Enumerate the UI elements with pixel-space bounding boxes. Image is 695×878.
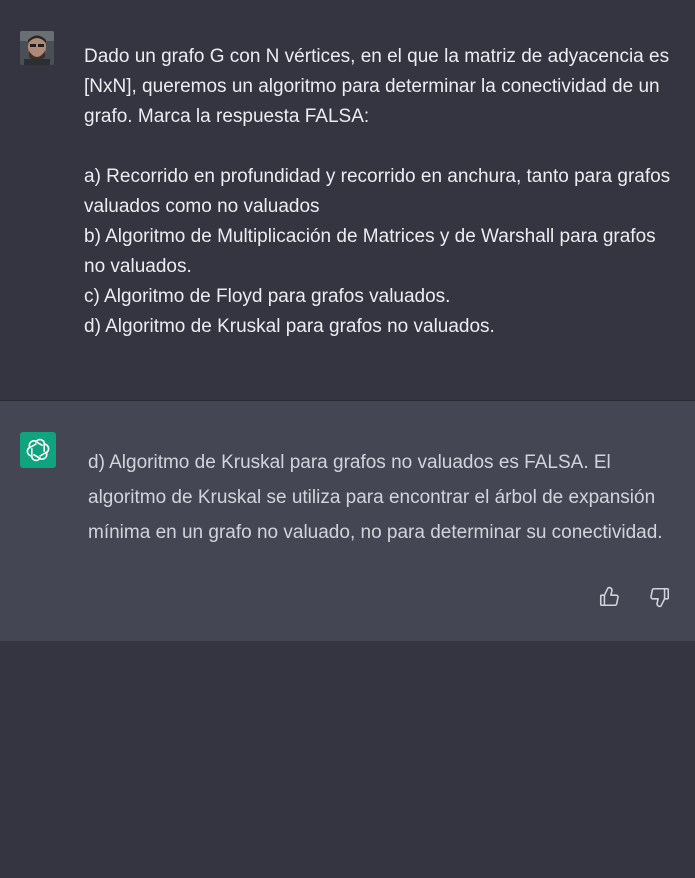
thumbs-down-button[interactable] xyxy=(648,585,672,609)
thumbs-down-icon xyxy=(650,587,670,608)
option-d: d) Algoritmo de Kruskal para grafos no v… xyxy=(84,316,495,337)
thumbs-up-button[interactable] xyxy=(597,585,621,609)
openai-logo-icon xyxy=(20,432,56,468)
option-b: b) Algoritmo de Multiplicación de Matric… xyxy=(84,226,656,277)
user-message-text: Dado un grafo G con N vértices, en el qu… xyxy=(84,42,674,342)
assistant-message-text: d) Algoritmo de Kruskal para grafos no v… xyxy=(88,452,663,543)
assistant-message: d) Algoritmo de Kruskal para grafos no v… xyxy=(0,401,695,641)
option-a: a) Recorrido en profundidad y recorrido … xyxy=(84,166,671,217)
thumbs-up-icon xyxy=(599,586,619,607)
question-text: Dado un grafo G con N vértices, en el qu… xyxy=(84,46,670,127)
option-c: c) Algoritmo de Floyd para grafos valuad… xyxy=(84,286,451,307)
user-message: Dado un grafo G con N vértices, en el qu… xyxy=(0,0,695,401)
user-avatar xyxy=(20,31,54,65)
